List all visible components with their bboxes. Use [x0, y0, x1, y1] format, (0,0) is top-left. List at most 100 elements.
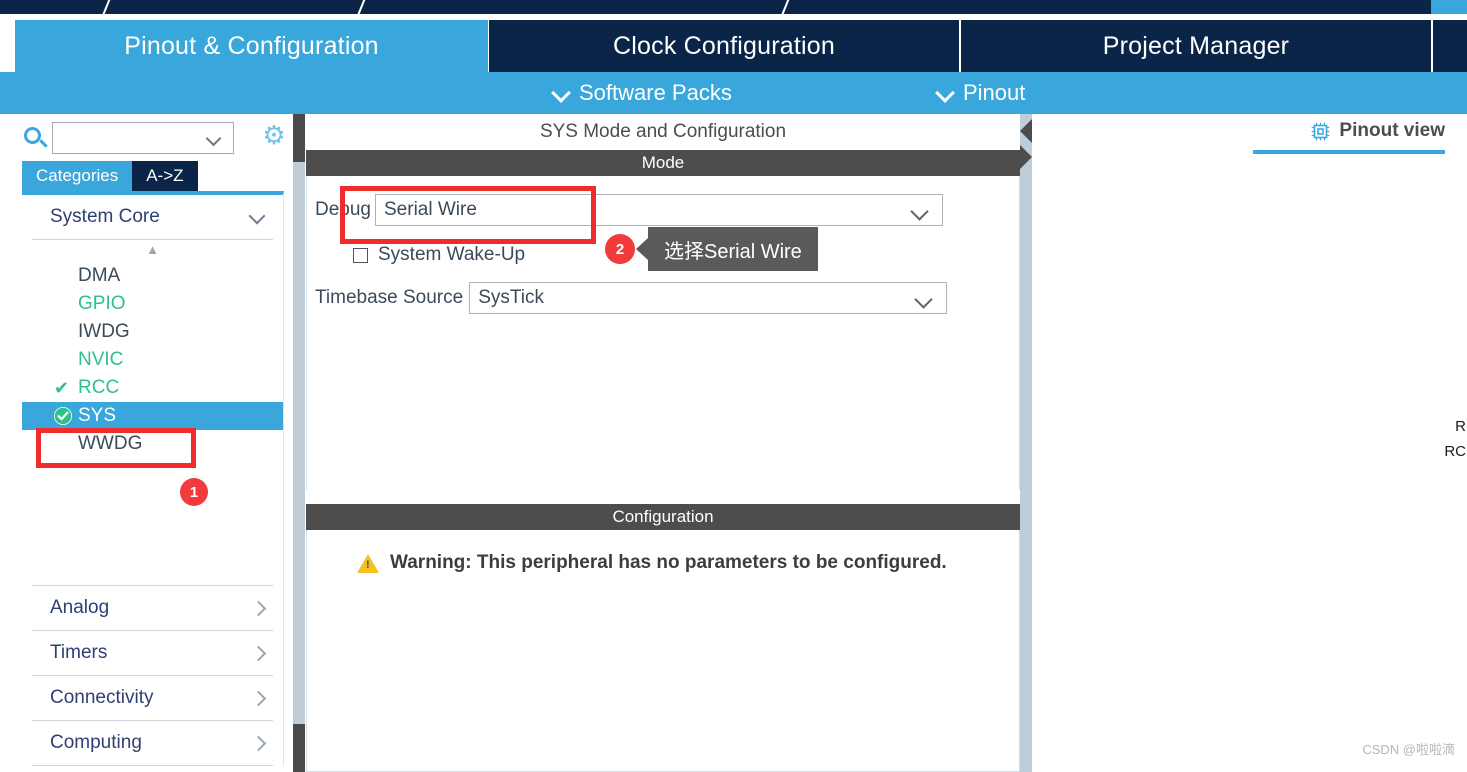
category-analog-label: Analog [50, 597, 110, 618]
tab-clock-configuration[interactable]: Clock Configuration [489, 20, 959, 72]
peripheral-dma[interactable]: DMA [22, 262, 283, 290]
strip-divider-2 [355, 0, 367, 14]
collapse-left-arrow-icon[interactable] [1020, 119, 1032, 143]
section-gap [306, 490, 1020, 504]
category-connectivity[interactable]: Connectivity [22, 676, 283, 720]
category-timers[interactable]: Timers [22, 631, 283, 675]
timebase-select[interactable]: SysTick [469, 282, 948, 314]
peripheral-list: DMA GPIO IWDG NVIC ✔ RCC SYS WWDG [22, 260, 283, 458]
left-sidebar: Categories A->Z System Core ▲ DMA GPIO I… [0, 114, 292, 772]
peripheral-gpio[interactable]: GPIO [22, 290, 283, 318]
tab-a-to-z[interactable]: A->Z [132, 161, 198, 191]
pinout-view-tab[interactable]: Pinout view [1311, 120, 1445, 142]
tab-categories[interactable]: Categories [22, 161, 133, 191]
system-wakeup-checkbox[interactable] [353, 247, 368, 263]
tab-a-to-z-label: A->Z [146, 166, 184, 185]
menu-software-packs[interactable]: Software Packs [553, 72, 732, 114]
peripheral-wwdg-label: WWDG [78, 433, 143, 454]
peripheral-rcc[interactable]: ✔ RCC [22, 374, 283, 402]
chevron-right-icon [251, 736, 265, 750]
search-row [0, 118, 292, 156]
mode-section-header: Mode [306, 150, 1020, 176]
debug-row: Debug Serial Wire [315, 194, 1011, 226]
settings-gear-icon[interactable]: ⚙ [261, 122, 287, 148]
warning-message: Warning: This peripheral has no paramete… [357, 552, 947, 574]
category-timers-label: Timers [50, 642, 108, 663]
timebase-label: Timebase Source [315, 287, 464, 308]
peripheral-wwdg[interactable]: WWDG [22, 430, 283, 458]
pinout-view-label: Pinout view [1339, 120, 1445, 141]
check-circle-icon [54, 407, 72, 425]
other-categories: Analog Timers Connectivity Computing [22, 585, 283, 766]
strip-accent-square [1431, 0, 1467, 14]
debug-select-value: Serial Wire [384, 199, 477, 220]
expand-right-arrow-icon[interactable] [1020, 145, 1032, 169]
system-wakeup-label: System Wake-Up [378, 244, 526, 265]
tab-project-manager[interactable]: Project Manager [961, 20, 1431, 72]
pinout-view-pane: Pinout view R RC [1032, 114, 1467, 772]
category-computing[interactable]: Computing [22, 721, 283, 765]
menu-software-packs-label: Software Packs [579, 80, 732, 105]
pinout-view-underline [1253, 150, 1445, 154]
category-connectivity-label: Connectivity [50, 687, 154, 708]
category-analog[interactable]: Analog [22, 586, 283, 630]
mode-section-body: Debug Serial Wire System Wake-Up Timebas… [306, 176, 1020, 490]
configuration-section-header: Configuration [306, 504, 1020, 530]
strip-divider-1 [100, 0, 112, 14]
annotation-badge-2: 2 [605, 234, 635, 264]
cubemx-window: Pinout & Configuration Clock Configurati… [0, 0, 1467, 772]
timebase-row: Timebase Source SysTick [315, 282, 1011, 314]
category-computing-label: Computing [50, 732, 142, 753]
peripheral-rcc-label: RCC [78, 377, 120, 398]
peripheral-dma-label: DMA [78, 265, 121, 286]
watermark: CSDN @啦啦滴 [1362, 742, 1455, 757]
chip-icon [1311, 122, 1330, 141]
splitter-handle-top[interactable] [293, 114, 305, 162]
search-icon [24, 127, 41, 144]
divider [32, 765, 273, 766]
peripheral-nvic[interactable]: NVIC [22, 346, 283, 374]
category-system-core-label: System Core [50, 206, 160, 227]
sidebar-mode-tabs: Categories A->Z [22, 161, 198, 191]
chevron-down-icon [913, 205, 928, 220]
peripheral-sys[interactable]: SYS [22, 402, 283, 430]
annotation-callout-2: 选择Serial Wire [636, 227, 818, 271]
chevron-down-icon [251, 210, 265, 224]
chevron-right-icon [251, 601, 265, 615]
chevron-right-icon [251, 691, 265, 705]
search-input-wrapper[interactable] [52, 122, 234, 154]
tab-overflow[interactable] [1433, 20, 1467, 72]
sidebar-tree: System Core ▲ DMA GPIO IWDG NVIC ✔ RCC S… [22, 191, 284, 766]
main-tab-bar: Pinout & Configuration Clock Configurati… [0, 14, 1467, 72]
chevron-down-icon [937, 85, 953, 101]
menu-pinout-label: Pinout [963, 80, 1026, 105]
window-top-strip [0, 0, 1467, 14]
system-wakeup-row[interactable]: System Wake-Up [353, 244, 525, 266]
chevron-down-icon [208, 133, 221, 146]
center-panel: SYS Mode and Configuration Mode Debug Se… [306, 114, 1020, 772]
peripheral-nvic-label: NVIC [78, 349, 124, 370]
scroll-up-indicator[interactable]: ▲ [22, 240, 283, 260]
menu-pinout[interactable]: Pinout [937, 72, 1025, 114]
category-system-core[interactable]: System Core [22, 195, 283, 239]
right-splitter[interactable] [1020, 114, 1032, 772]
strip-divider-3 [779, 0, 791, 14]
sidebar-splitter[interactable] [293, 114, 305, 772]
annotation-badge-1: 1 [180, 478, 208, 506]
pin-label: RC [1444, 443, 1466, 460]
check-icon: ✔ [54, 378, 70, 398]
chevron-right-icon [251, 646, 265, 660]
tab-pinout-configuration[interactable]: Pinout & Configuration [15, 20, 488, 72]
pin-label-group: R RC [1444, 414, 1467, 464]
chevron-down-icon [553, 85, 569, 101]
panel-title: SYS Mode and Configuration [306, 114, 1020, 150]
peripheral-gpio-label: GPIO [78, 293, 126, 314]
configuration-section-body: Warning: This peripheral has no paramete… [306, 530, 1020, 772]
peripheral-iwdg-label: IWDG [78, 321, 130, 342]
peripheral-iwdg[interactable]: IWDG [22, 318, 283, 346]
tab-project-manager-label: Project Manager [1102, 31, 1290, 60]
splitter-handle-bottom[interactable] [293, 724, 305, 772]
debug-label: Debug [315, 199, 371, 220]
debug-select[interactable]: Serial Wire [375, 194, 943, 226]
tab-clock-configuration-label: Clock Configuration [613, 31, 835, 60]
